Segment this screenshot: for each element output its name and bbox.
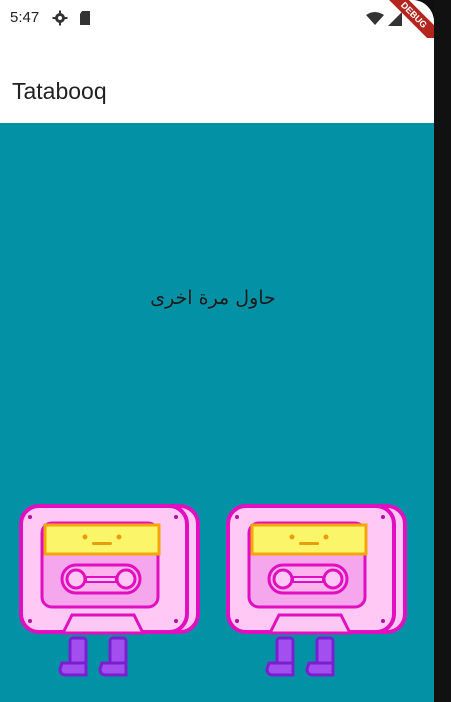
- cassette-illustration: [226, 504, 407, 677]
- sd-card-icon: [78, 10, 92, 30]
- status-bar: 5:47 DEBUG: [0, 0, 434, 63]
- wifi-icon: [366, 11, 384, 30]
- cassette-illustration: [19, 504, 200, 677]
- screen-edge: [434, 0, 451, 702]
- status-time: 5:47: [10, 9, 40, 26]
- app-bar: Tatabooq: [0, 38, 434, 123]
- app-title: Tatabooq: [12, 78, 107, 104]
- gear-icon: [52, 10, 68, 30]
- signal-icon: [388, 11, 402, 30]
- retry-message: حاول مرة اخرى: [150, 287, 276, 309]
- phone-screen: 5:47 DEBUG Tatabooq حاول مرة اخرى: [0, 0, 434, 702]
- cassette-character-left[interactable]: [18, 503, 200, 681]
- main-content: حاول مرة اخرى: [0, 123, 434, 702]
- cassette-character-right[interactable]: [225, 503, 407, 681]
